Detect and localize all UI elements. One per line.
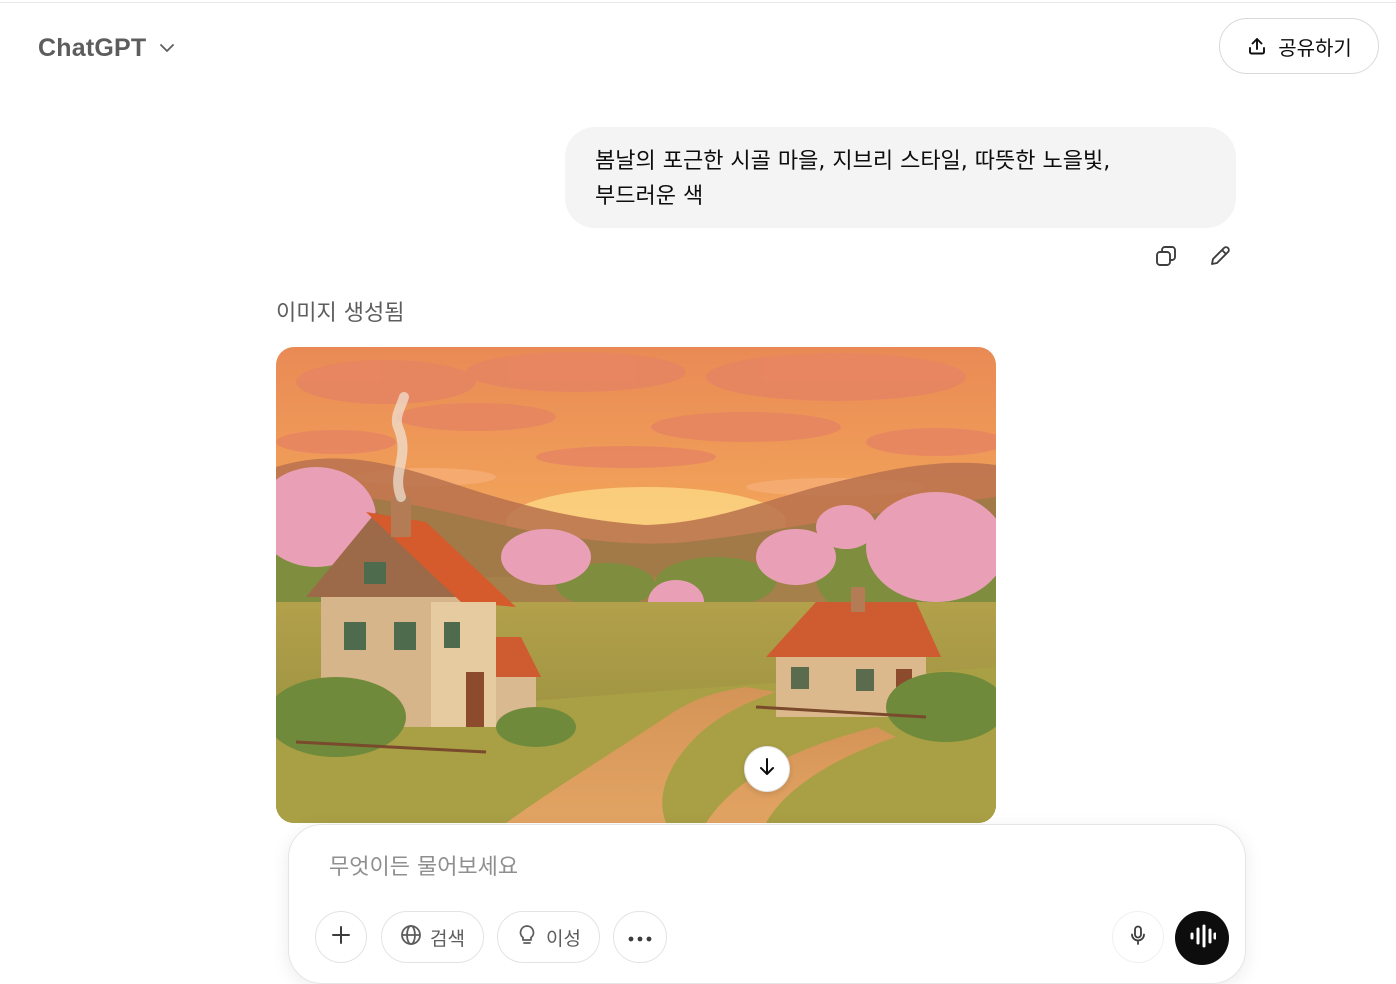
copy-icon [1154, 244, 1178, 272]
add-button[interactable] [315, 911, 367, 963]
share-button[interactable]: 공유하기 [1219, 18, 1379, 74]
more-horizontal-icon [628, 926, 652, 948]
microphone-icon [1127, 924, 1149, 951]
upload-icon [1246, 35, 1268, 57]
pencil-icon [1208, 244, 1232, 272]
globe-icon [400, 924, 422, 951]
share-label: 공유하기 [1278, 35, 1352, 60]
generated-image[interactable] [276, 347, 996, 823]
prompt-input[interactable] [329, 847, 1189, 887]
microphone-button[interactable] [1112, 911, 1164, 963]
plus-icon [330, 924, 352, 951]
arrow-down-icon [756, 756, 778, 782]
model-name: ChatGPT [38, 33, 147, 62]
search-label: 검색 [430, 927, 465, 950]
model-selector[interactable]: ChatGPT [38, 31, 176, 65]
message-actions [1148, 240, 1238, 276]
scroll-down-button[interactable] [744, 746, 790, 792]
search-button[interactable]: 검색 [381, 911, 484, 963]
composer: 검색 이성 [288, 824, 1246, 984]
header: ChatGPT 공유하기 [0, 3, 1396, 87]
waveform-icon [1188, 924, 1217, 952]
chevron-down-icon [158, 39, 176, 57]
user-message-line: 부드러운 색 [595, 184, 704, 209]
copy-button[interactable] [1148, 240, 1184, 276]
user-message-bubble: 봄날의 포근한 시골 마을, 지브리 스타일, 따뜻한 노을빛, 부드러운 색 [565, 127, 1236, 228]
image-generated-label: 이미지 생성됨 [276, 301, 405, 326]
edit-button[interactable] [1202, 240, 1238, 276]
reason-label: 이성 [546, 927, 581, 950]
user-message-line: 봄날의 포근한 시골 마을, 지브리 스타일, 따뜻한 노을빛, [595, 149, 1111, 174]
lightbulb-icon [516, 924, 538, 951]
voice-mode-button[interactable] [1175, 911, 1229, 965]
more-button[interactable] [613, 911, 667, 963]
reason-button[interactable]: 이성 [497, 911, 600, 963]
